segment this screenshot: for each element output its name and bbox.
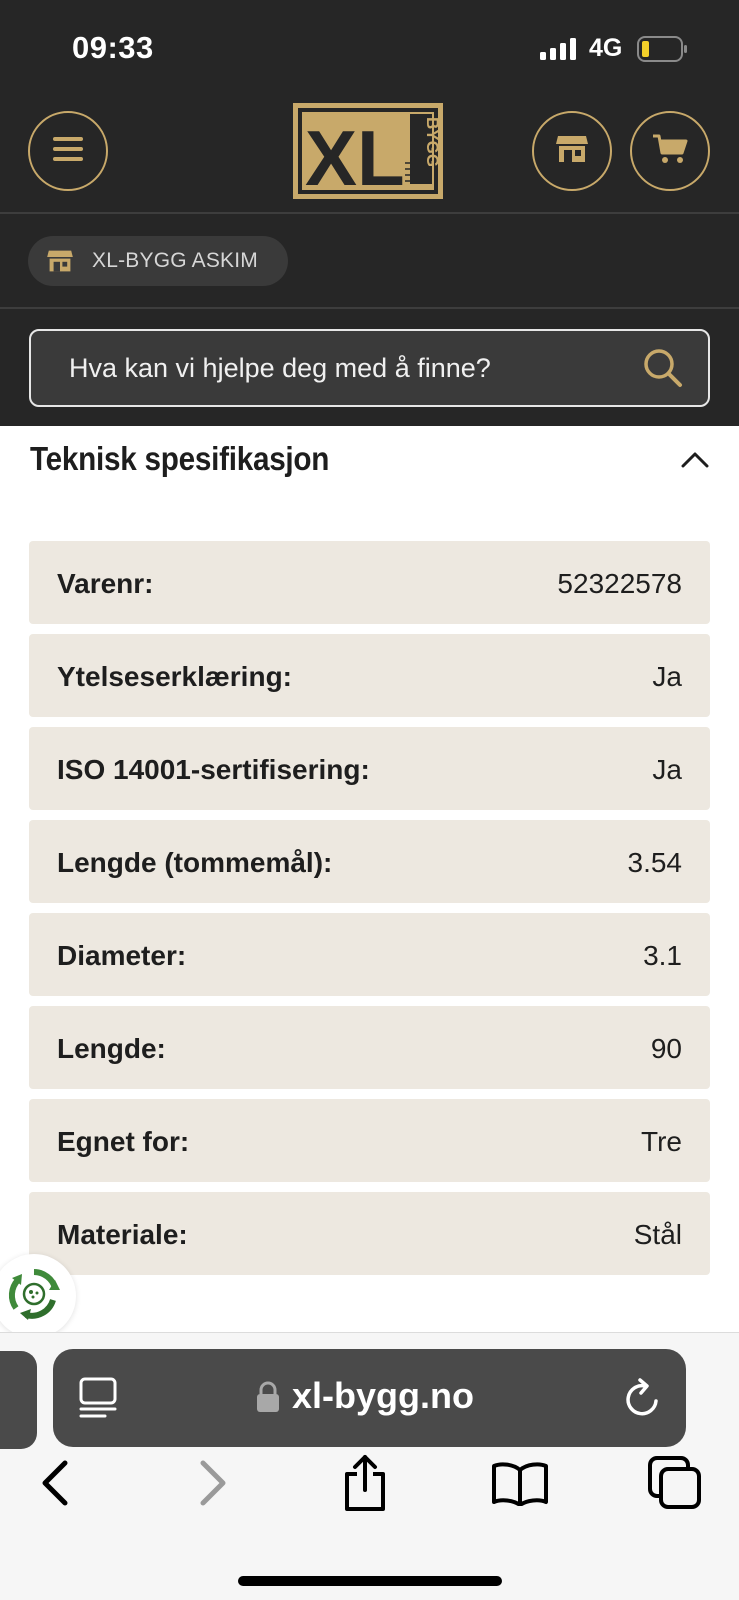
- spec-value: 90: [650, 1033, 682, 1064]
- store-name: XL-BYGG ASKIM: [92, 249, 258, 272]
- chevron-up-icon[interactable]: [680, 450, 710, 473]
- spec-row-lengde: Lengde: 90: [29, 1006, 710, 1089]
- cart-icon: [652, 133, 688, 170]
- spec-value: Tre: [641, 1126, 682, 1157]
- header-divider: [0, 307, 739, 309]
- spec-label: Ytelseserklæring:: [57, 661, 292, 692]
- battery-icon: [637, 36, 689, 67]
- spec-value: 3.1: [643, 940, 682, 971]
- forward-icon: [198, 1460, 228, 1511]
- tab-overview-button[interactable]: [645, 1455, 705, 1515]
- reload-icon[interactable]: [623, 1377, 663, 1424]
- spec-label: Materiale:: [57, 1219, 188, 1250]
- spec-label: Lengde (tommemål):: [57, 847, 333, 878]
- spec-label: Varenr:: [57, 568, 154, 599]
- spec-value: 52322578: [557, 568, 682, 599]
- address-bar[interactable]: xl-bygg.no: [53, 1349, 686, 1447]
- technical-spec-section: Teknisk spesifikasjon Varenr: 52322578 Y…: [0, 426, 739, 1338]
- logo-subtext: BYGG: [423, 117, 442, 167]
- header-divider: [0, 212, 739, 214]
- home-indicator: [238, 1576, 502, 1586]
- spec-label: Egnet for:: [57, 1126, 190, 1157]
- status-time: 09:33: [72, 30, 154, 65]
- spec-value: Ja: [652, 661, 682, 692]
- lock-icon: [256, 1381, 280, 1418]
- url-text: xl-bygg.no: [292, 1375, 474, 1416]
- spec-row-egnet-for: Egnet for: Tre: [29, 1099, 710, 1182]
- search-icon[interactable]: [643, 348, 683, 393]
- bookmarks-button[interactable]: [490, 1455, 550, 1515]
- header-bar: XL BYGG: [0, 95, 739, 212]
- spec-list: Varenr: 52322578 Ytelseserklæring: Ja IS…: [29, 541, 710, 1285]
- back-button[interactable]: [25, 1455, 85, 1515]
- cart-button[interactable]: [630, 111, 710, 191]
- logo-text: XL: [305, 114, 405, 199]
- back-icon: [40, 1460, 70, 1511]
- spec-row-ytelseserklaering: Ytelseserklæring: Ja: [29, 634, 710, 717]
- spec-label: Diameter:: [57, 940, 187, 971]
- search-box: [29, 329, 710, 407]
- spec-row-varenr: Varenr: 52322578: [29, 541, 710, 624]
- store-icon: [555, 134, 589, 169]
- forward-button[interactable]: [183, 1455, 243, 1515]
- spec-row-diameter: Diameter: 3.1: [29, 913, 710, 996]
- bookmarks-icon: [491, 1460, 549, 1511]
- spec-row-lengde-tommemal: Lengde (tommemål): 3.54: [29, 820, 710, 903]
- search-input[interactable]: [69, 331, 609, 405]
- spec-value: Ja: [652, 754, 682, 785]
- eco-badge[interactable]: [0, 1254, 76, 1338]
- previous-tab[interactable]: [0, 1351, 37, 1449]
- browser-chrome: xl-bygg.no: [0, 1332, 739, 1600]
- menu-button[interactable]: [28, 111, 108, 191]
- store-icon: [46, 249, 74, 278]
- recycle-icon: [6, 1266, 62, 1327]
- section-title[interactable]: Teknisk spesifikasjon: [30, 440, 329, 478]
- store-button[interactable]: [532, 111, 612, 191]
- spec-value: 3.54: [627, 847, 683, 878]
- signal-icon: [540, 38, 578, 65]
- spec-value: Stål: [633, 1219, 682, 1250]
- xl-bygg-logo[interactable]: XL BYGG: [293, 103, 443, 204]
- spec-label: Lengde:: [57, 1033, 166, 1064]
- network-type: 4G: [589, 34, 623, 62]
- spec-row-materiale: Materiale: Stål: [29, 1192, 710, 1275]
- spec-label: ISO 14001-sertifisering:: [57, 754, 370, 785]
- reader-icon[interactable]: [79, 1377, 119, 1424]
- site-header: 09:33 4G XL BYGG XL-BYGG ASKIM Hva kan v…: [0, 0, 739, 426]
- status-bar: 09:33 4G: [0, 0, 739, 95]
- store-selector[interactable]: XL-BYGG ASKIM: [28, 236, 288, 286]
- share-icon: [342, 1454, 388, 1517]
- menu-icon: [52, 136, 84, 167]
- share-button[interactable]: [335, 1454, 395, 1517]
- spec-row-iso-14001: ISO 14001-sertifisering: Ja: [29, 727, 710, 810]
- tab-overview-icon: [648, 1455, 702, 1515]
